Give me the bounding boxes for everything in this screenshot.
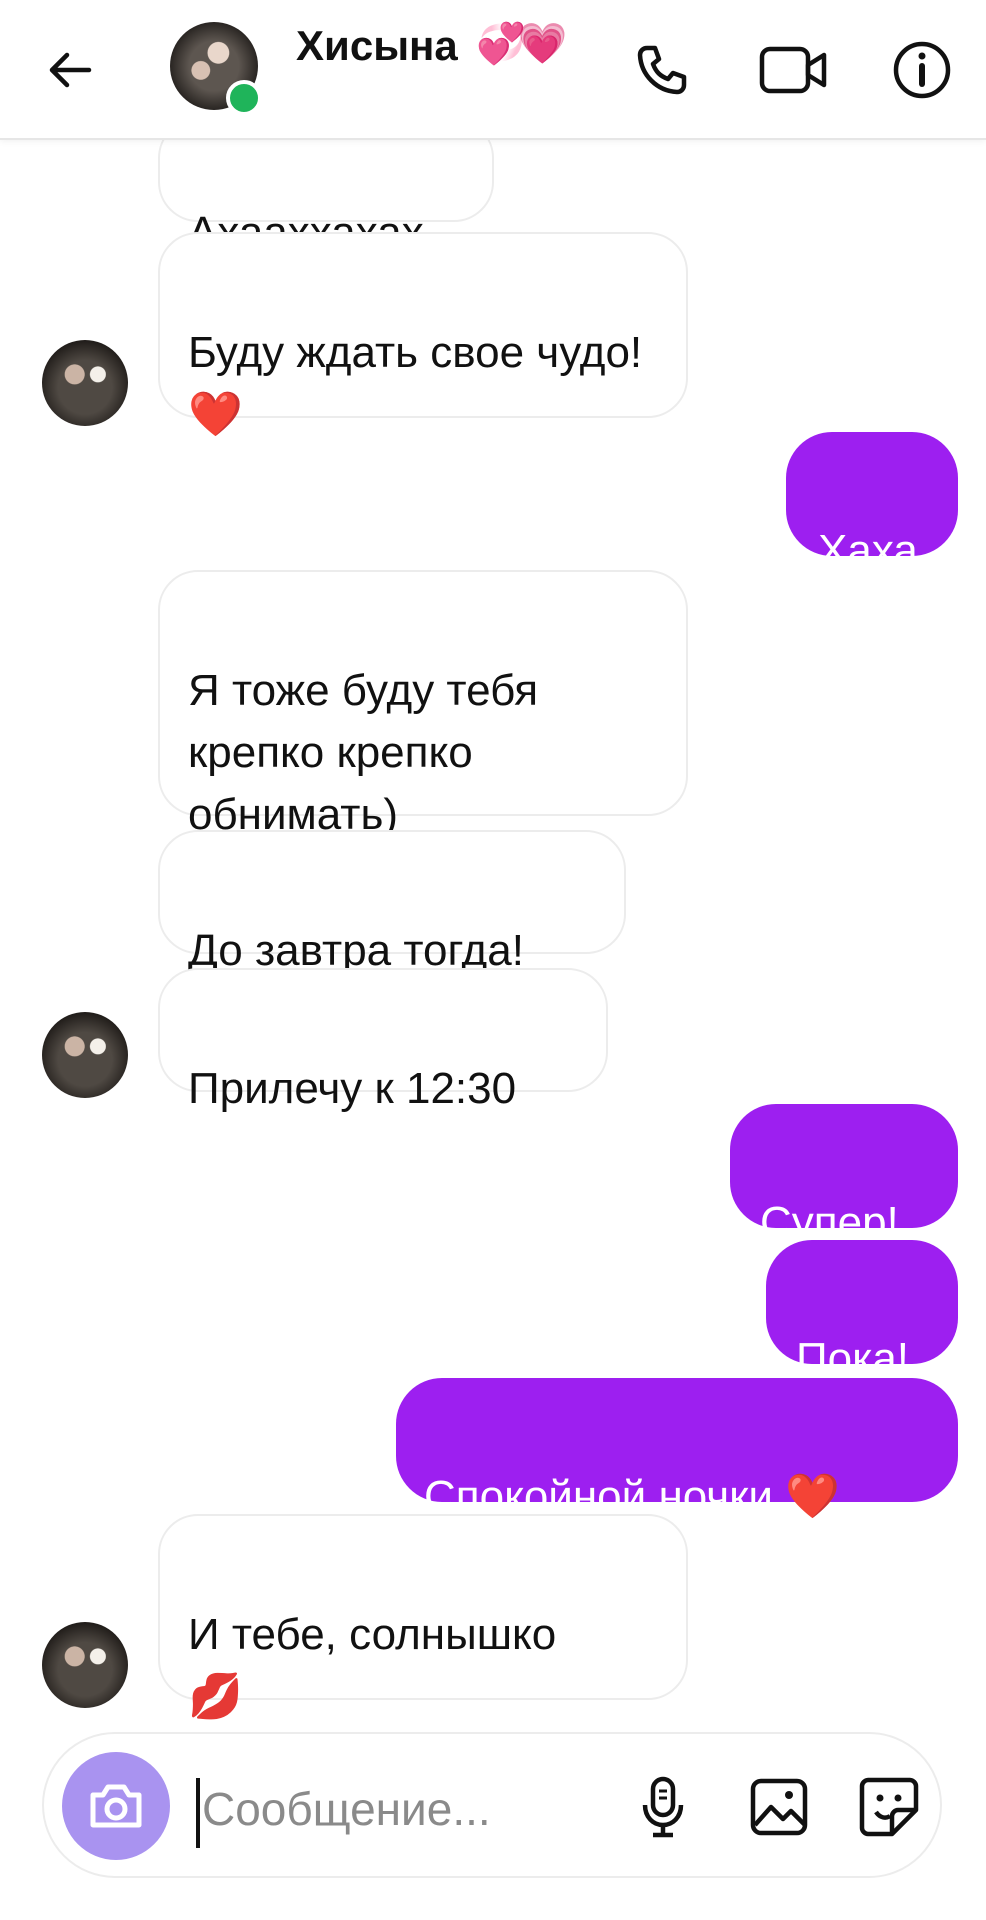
outgoing-message[interactable]: Пока! — [766, 1240, 958, 1383]
outgoing-message[interactable]: Спокойной ночки ❤️ — [396, 1378, 958, 1521]
microphone-icon — [642, 1776, 684, 1838]
chat-header: Хисына 💞💗 — [0, 0, 986, 140]
message-text: Прилечу к 12:30 — [188, 1064, 517, 1113]
outgoing-message[interactable]: Хаха — [786, 432, 958, 575]
online-status-indicator — [226, 80, 262, 116]
message-composer — [42, 1732, 942, 1878]
camera-button[interactable] — [62, 1752, 170, 1860]
info-button[interactable] — [880, 28, 964, 112]
message-text: Я тоже буду тебя крепко крепко обнимать) — [188, 666, 539, 839]
message-text: Пока! — [796, 1334, 910, 1383]
outgoing-message[interactable]: Супер! — [730, 1104, 958, 1247]
call-button[interactable] — [620, 28, 704, 112]
sender-avatar[interactable] — [42, 1622, 128, 1708]
video-call-button[interactable] — [752, 28, 836, 112]
incoming-message[interactable]: До завтра тогда! — [158, 830, 626, 975]
sticker-button[interactable] — [844, 1762, 934, 1852]
message-text: Буду ждать свое чудо! — [188, 328, 643, 377]
image-icon — [750, 1778, 808, 1836]
sticker-icon — [859, 1777, 919, 1837]
incoming-message[interactable]: И тебе, солнышко 💋 — [158, 1514, 688, 1721]
heart-emoji: ❤️ — [785, 1472, 841, 1521]
gallery-button[interactable] — [734, 1762, 824, 1852]
contact-name[interactable]: Хисына — [296, 22, 458, 70]
phone-icon — [637, 45, 687, 95]
sender-avatar[interactable] — [42, 340, 128, 426]
kiss-emoji: 💋 — [188, 1672, 243, 1721]
camera-icon — [90, 1784, 142, 1828]
info-icon — [893, 41, 951, 99]
voice-message-button[interactable] — [618, 1762, 708, 1852]
message-text: И тебе, солнышко — [188, 1610, 557, 1659]
incoming-message[interactable]: Буду ждать свое чудо! ❤️ — [158, 232, 688, 439]
incoming-message[interactable]: Я тоже буду тебя крепко крепко обнимать) — [158, 570, 688, 839]
video-camera-icon — [759, 46, 827, 94]
message-text: Хаха — [818, 526, 918, 575]
sender-avatar[interactable] — [42, 1012, 128, 1098]
incoming-message[interactable]: Прилечу к 12:30 — [158, 968, 608, 1113]
back-button[interactable] — [30, 30, 110, 110]
heart-emoji: ❤️ — [188, 390, 243, 439]
message-input[interactable] — [202, 1772, 582, 1846]
contact-name-emoji: 💞💗 — [476, 22, 568, 66]
arrow-left-icon — [49, 52, 92, 88]
text-cursor — [196, 1778, 200, 1848]
